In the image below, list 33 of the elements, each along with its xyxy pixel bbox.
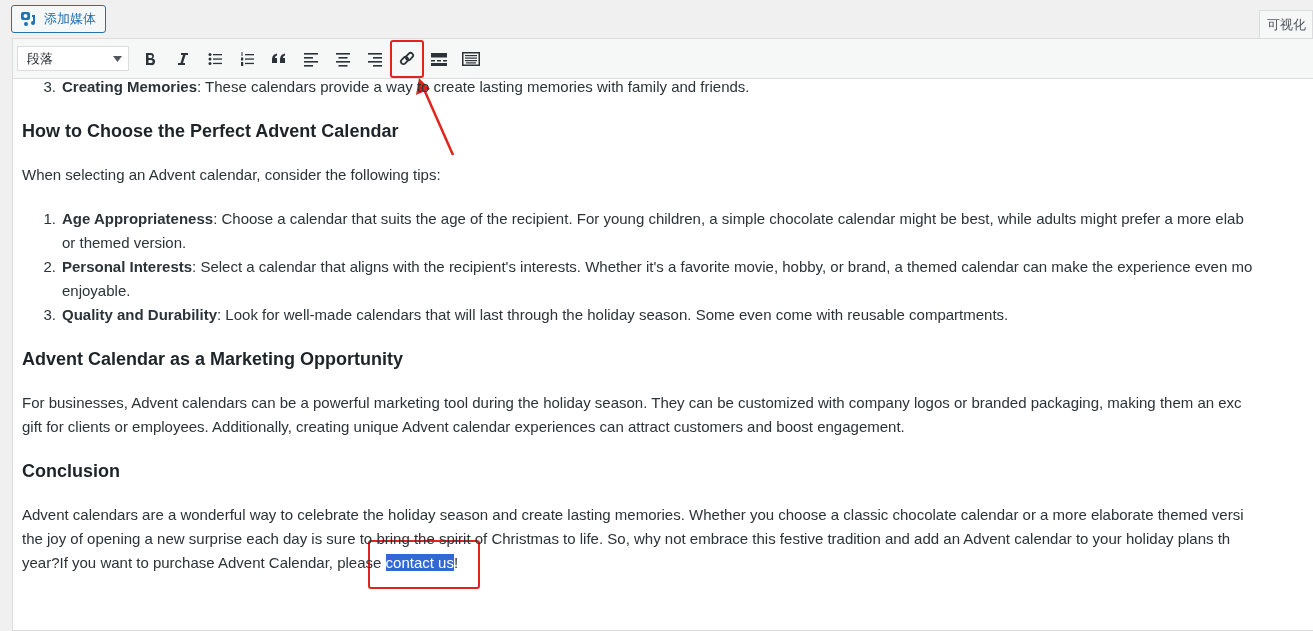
list-number: 1. <box>42 209 57 229</box>
link-icon <box>399 50 415 67</box>
italic-icon <box>175 50 191 67</box>
format-select[interactable]: 段落 <box>17 46 129 71</box>
add-media-button[interactable]: 添加媒体 <box>11 5 106 33</box>
list-number: 2. <box>42 257 57 277</box>
section-heading: Conclusion <box>22 460 121 483</box>
media-icon <box>20 11 38 27</box>
list-number: 3. <box>42 305 57 325</box>
editor-tab[interactable]: 可视化 <box>1259 10 1313 39</box>
numbered-list-icon <box>239 50 255 67</box>
list-text: Quality and Durability: Look for well-made calendars that will last through the holiday season. Some even come with reusable compartments. <box>62 305 1009 325</box>
list-number: 3. <box>42 77 57 97</box>
paragraph-text: For businesses, Advent calendars can be a powerful marketing tool during the holiday season. They can be customized with company logos or branded packaging, making them an exc <box>22 393 1243 413</box>
paragraph-text: Advent calendars are a wonderful way to celebrate the holiday season and create lasting memories. Whether you choose a classic chocolate calendar or a more elaborate themed versi <box>22 505 1245 525</box>
section-heading: How to Choose the Perfect Advent Calendar <box>22 120 400 143</box>
list-text: Creating Memories: These calendars provide a way to create lasting memories with family and friends. <box>62 77 750 97</box>
list-text: or themed version. <box>62 233 188 253</box>
selected-link[interactable]: contact us <box>385 554 454 571</box>
paragraph-text: gift for clients or employees. Additionally, creating unique Advent calendar experiences can attract customers and boost engagement. <box>22 417 906 437</box>
keyboard-icon <box>462 50 480 67</box>
list-text: Personal Interests: Select a calendar that aligns with the recipient's interests. Whether it's a favorite movie, hobby, or brand, a themed calendar can make the experience even mo <box>62 257 1253 277</box>
paragraph-text: ! <box>453 554 459 571</box>
section-heading: Advent Calendar as a Marketing Opportunity <box>22 348 405 371</box>
align-center-icon <box>335 50 351 67</box>
list-text: enjoyable. <box>62 281 132 301</box>
align-left-icon <box>303 50 319 67</box>
align-right-icon <box>367 50 383 67</box>
list-text: Age Appropriateness: Choose a calendar that suits the age of the recipient. For young children, a simple chocolate calendar might be best, while adults might prefer a more elab <box>62 209 1244 229</box>
dropdown-caret-icon <box>113 55 122 62</box>
bullet-list-icon <box>207 50 223 67</box>
paragraph-text: When selecting an Advent calendar, consider the following tips: <box>22 165 442 185</box>
read-more-icon <box>431 50 447 67</box>
